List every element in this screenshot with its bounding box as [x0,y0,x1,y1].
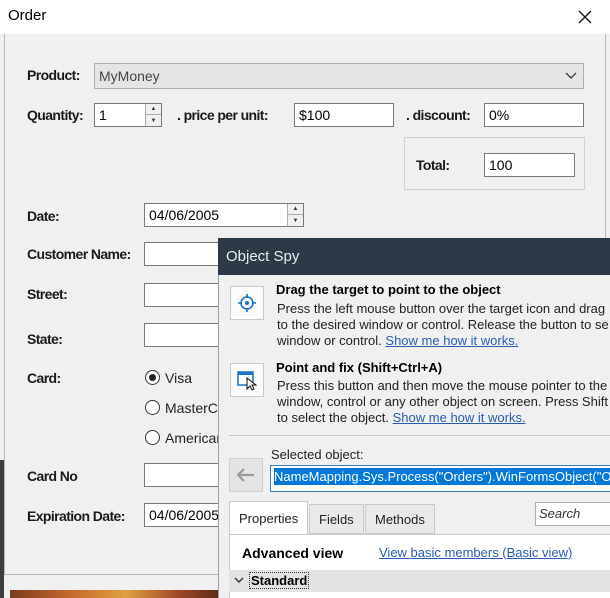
close-icon [578,10,592,24]
total-label: Total: [416,157,450,173]
card-option-american: Americar [165,430,222,446]
background-image-strip [10,590,220,598]
point-fix-help-link[interactable]: Show me how it works. [393,410,526,425]
drag-target-button[interactable] [230,286,264,320]
card-option-visa: Visa [165,370,192,386]
date-spin: ▲ ▼ [287,204,303,226]
drag-desc-line1: Press the left mouse button over the tar… [277,301,606,316]
total-value: 100 [489,157,513,173]
product-label: Product: [27,67,80,83]
drag-help-link[interactable]: Show me how it works. [385,333,518,348]
pointer-window-icon [237,371,258,391]
order-titlebar[interactable]: Order [0,0,610,34]
quantity-stepper[interactable]: 1 ▲ ▼ [94,103,162,127]
basic-view-link[interactable]: View basic members (Basic view) [379,545,572,562]
expiration-field[interactable]: 04/06/2005 [144,503,224,527]
spin-up-icon[interactable]: ▲ [288,204,303,215]
tab-properties[interactable]: Properties [229,501,309,535]
point-fix-desc-line1: Press this button and then move the mous… [277,378,608,393]
point-fix-desc-line2: window, control or any other object on s… [277,394,608,409]
search-placeholder: Search [539,506,581,521]
total-field[interactable]: 100 [484,153,575,177]
standard-group-row[interactable]: Standard [229,570,610,592]
discount-label: . discount: [406,107,471,123]
expiration-label: Expiration Date: [27,508,125,524]
drag-heading: Drag the target to point to the object [276,282,501,297]
spin-down-icon[interactable]: ▼ [288,215,303,226]
drag-desc-line3-text: window or control. [277,333,382,348]
object-spy-titlebar[interactable]: Object Spy [218,238,610,275]
card-radio-visa[interactable] [145,370,160,385]
card-no-field[interactable] [144,463,224,487]
point-and-fix-button[interactable] [230,363,264,397]
street-field[interactable] [144,283,224,307]
product-combobox[interactable]: MyMoney [94,63,584,89]
price-label: . price per unit: [177,107,269,123]
quantity-value: 1 [99,107,107,123]
card-label: Card: [27,370,61,386]
close-button[interactable] [568,2,602,32]
card-no-label: Card No [27,468,78,484]
tab-fields[interactable]: Fields [309,504,364,534]
date-label: Date: [27,208,60,224]
drag-desc-line3: window or control. Show me how it works. [277,333,518,350]
date-value: 04/06/2005 [149,207,220,223]
discount-field[interactable]: 0% [484,103,584,127]
background-window-edge [0,460,4,598]
advanced-view-label: Advanced view [242,545,344,561]
quantity-label: Quantity: [27,107,84,123]
spin-up-icon[interactable]: ▲ [146,104,161,115]
customer-name-field[interactable] [144,242,224,266]
card-option-mastercard: MasterC [165,400,218,416]
divider [229,435,610,436]
tab-methods[interactable]: Methods [365,504,435,534]
arrow-left-icon [237,468,254,482]
chevron-down-icon [234,577,244,583]
street-label: Street: [27,286,68,302]
customer-name-label: Customer Name: [27,246,131,262]
selected-object-value: NameMapping.Sys.Process("Orders").WinFor… [274,468,610,485]
window-title: Order [8,7,47,24]
selected-object-field[interactable]: NameMapping.Sys.Process("Orders").WinFor… [270,465,610,492]
back-button[interactable] [229,458,263,492]
state-field[interactable] [144,323,224,347]
standard-group-label: Standard [249,572,310,589]
point-and-fix-heading: Point and fix (Shift+Ctrl+A) [276,360,443,375]
state-label: State: [27,331,63,347]
point-fix-desc-line3: to select the object. Show me how it wor… [277,410,526,427]
point-fix-desc-line3-text: to select the object. [277,410,390,425]
selected-object-label: Selected object: [271,447,364,462]
discount-value: 0% [489,107,510,123]
chevron-down-icon [565,72,577,79]
card-radio-mastercard[interactable] [145,400,160,415]
product-value: MyMoney [99,68,160,84]
drag-desc-line2: to the desired window or control. Releas… [277,317,609,332]
date-picker[interactable]: 04/06/2005 ▲ ▼ [144,203,304,227]
object-spy-window: Object Spy Drag the target to point to t… [218,238,610,598]
quantity-spin: ▲ ▼ [145,104,161,126]
price-field[interactable]: $100 [294,103,394,127]
crosshair-target-icon [238,294,256,312]
price-value: $100 [299,107,331,123]
expiration-value: 04/06/2005 [149,507,220,523]
spin-down-icon[interactable]: ▼ [146,115,161,126]
card-radio-american[interactable] [145,430,160,445]
object-spy-body: Drag the target to point to the object P… [218,275,610,598]
search-input[interactable]: Search [535,502,610,526]
object-spy-title: Object Spy [226,248,300,265]
